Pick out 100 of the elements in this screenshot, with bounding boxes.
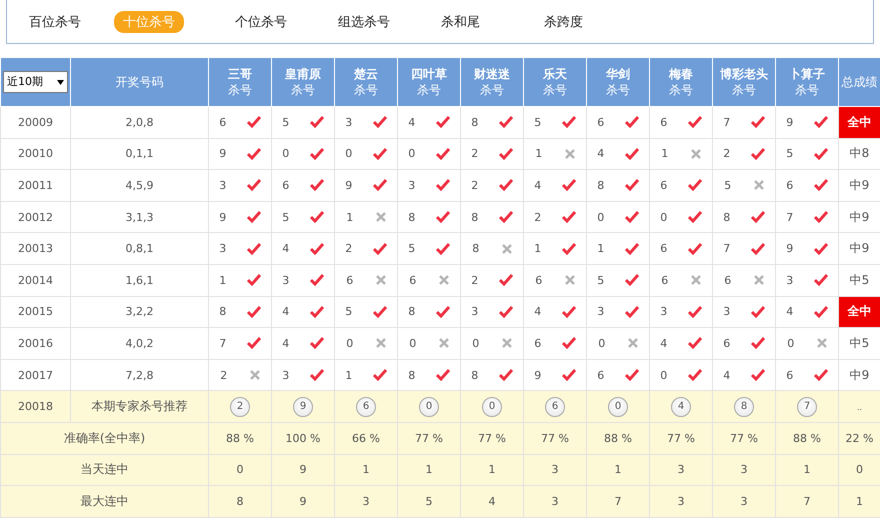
pick-number: 2 — [534, 210, 542, 224]
stat-value: 1 — [488, 463, 496, 476]
column-subheader: 杀号 — [353, 82, 379, 98]
period-text: 20015 — [18, 305, 53, 318]
expert-name: 卜算子 — [788, 66, 826, 82]
expert-name: 四叶草 — [410, 66, 448, 82]
column-subheader: 杀号 — [479, 82, 505, 98]
nav-tab[interactable]: 组选杀号 — [329, 10, 399, 32]
expert-name: 梅春 — [668, 66, 694, 82]
nav-tab[interactable]: 杀跨度 — [535, 10, 592, 32]
period-text: 20012 — [18, 210, 53, 224]
expert-name: 财迷迷 — [473, 66, 511, 82]
pick-number: 0 — [597, 210, 604, 224]
stat-value: 3 — [740, 463, 748, 476]
expert-name: 三哥 — [227, 66, 253, 82]
draw-number: 3,1,3 — [126, 210, 154, 224]
pick-number: 1 — [534, 242, 542, 256]
number-ball: 4 — [671, 396, 691, 417]
pick-number: 1 — [346, 210, 354, 224]
total-text: 1 — [856, 494, 863, 508]
stat-value: 5 — [426, 494, 432, 508]
pick-number: 8 — [408, 368, 416, 382]
pick-number: 7 — [723, 242, 730, 256]
period-text: 20013 — [18, 242, 53, 256]
pick-number: 6 — [535, 274, 542, 287]
nav-tab[interactable]: 个位杀号 — [226, 10, 296, 32]
period-text: 20014 — [18, 274, 53, 287]
pick-number: 4 — [534, 305, 542, 318]
total-result: 中9 — [838, 201, 880, 233]
stat-value: 3 — [552, 463, 558, 476]
pick-number: 1 — [597, 242, 604, 256]
pick-number: 3 — [471, 305, 478, 318]
period-select[interactable]: 近10期 — [3, 71, 68, 93]
stat-value: 88 % — [226, 432, 254, 445]
stat-value: 77 % — [730, 432, 758, 445]
pick-number: 2 — [471, 147, 478, 160]
column-subheader: 杀号 — [290, 82, 316, 98]
total-text: 22 % — [846, 432, 874, 445]
pick-number: 6 — [660, 242, 668, 256]
total-result: 中9 — [838, 232, 880, 264]
number-ball: 7 — [797, 396, 817, 417]
pick-number: 4 — [282, 305, 290, 318]
pick-number: 1 — [345, 368, 352, 382]
pick-number: 6 — [660, 116, 668, 129]
expert-name: 华剑 — [605, 66, 631, 82]
draw-number: 4,5,9 — [126, 178, 154, 192]
number-ball: 2 — [230, 396, 250, 417]
pick-number: 4 — [534, 178, 542, 192]
row-label: 最大连中 — [80, 494, 128, 508]
period-text: 20017 — [18, 368, 53, 382]
stat-value: 7 — [614, 494, 622, 508]
pick-number: 4 — [282, 242, 290, 256]
pick-number: 6 — [282, 178, 290, 192]
pick-number: 0 — [598, 336, 606, 350]
nav-tab[interactable]: 杀和尾 — [432, 10, 489, 32]
period-text: 20011 — [18, 178, 53, 192]
draw-number: 4,0,2 — [126, 336, 154, 350]
pick-number: 5 — [724, 178, 732, 192]
pick-number: 4 — [660, 336, 668, 350]
stat-value: 1 — [614, 463, 622, 476]
total-result: 中5 — [838, 328, 880, 360]
pick-number: 9 — [534, 368, 542, 382]
stat-value: 77 % — [667, 432, 695, 445]
column-subheader: 杀号 — [542, 82, 568, 98]
draw-number: 0,8,1 — [126, 242, 154, 256]
row-label: 当天连中 — [80, 462, 128, 476]
draw-number: 7,2,8 — [126, 368, 154, 382]
pick-number: 2 — [723, 147, 730, 160]
pick-number: 5 — [282, 210, 290, 224]
stat-value: 4 — [488, 494, 496, 508]
column-subheader: 杀号 — [227, 82, 253, 98]
pick-number: 6 — [597, 368, 604, 382]
number-ball: 0 — [608, 396, 628, 417]
row-label: 本期专家杀号推荐 — [92, 399, 188, 414]
pick-number: 6 — [786, 178, 794, 192]
pick-number: 2 — [471, 178, 478, 192]
total-result: 全中 — [838, 106, 880, 138]
column-subheader: 杀号 — [416, 82, 442, 98]
column-subheader: 杀号 — [605, 82, 631, 98]
stat-value: 7 — [804, 494, 810, 508]
nav-tab[interactable]: 百位杀号 — [20, 10, 90, 32]
stat-value: 3 — [740, 494, 748, 508]
pick-number: 8 — [597, 178, 604, 192]
stat-value: 3 — [552, 494, 558, 508]
stat-value: 100 % — [286, 432, 320, 445]
pick-number: 8 — [471, 116, 478, 129]
column-subheader: 杀号 — [731, 82, 757, 98]
pick-number: 5 — [408, 242, 416, 256]
pick-number: 0 — [346, 336, 354, 350]
stat-value: 1 — [426, 463, 432, 476]
column-subheader: 杀号 — [668, 82, 694, 98]
pick-number: 9 — [219, 147, 226, 160]
pick-number: 7 — [219, 336, 226, 350]
total-result: 中5 — [838, 264, 880, 296]
pick-number: 7 — [786, 210, 794, 224]
number-ball: 6 — [545, 396, 565, 417]
pick-number: 4 — [723, 368, 730, 382]
total-text: 0 — [856, 463, 863, 476]
period-text: 20010 — [18, 147, 53, 160]
pick-number: 0 — [472, 336, 480, 350]
